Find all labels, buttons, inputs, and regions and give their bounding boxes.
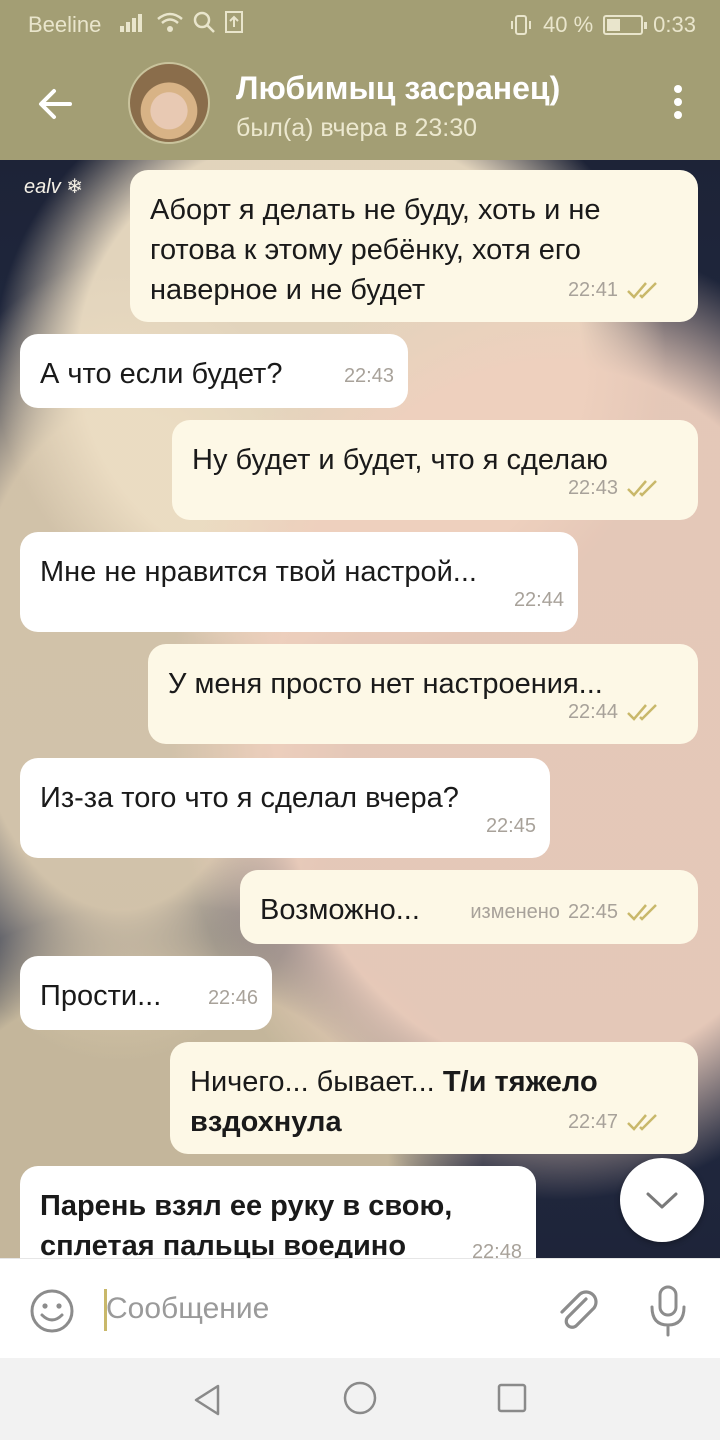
message-composer bbox=[0, 1258, 720, 1358]
message-text: Аборт я делать не буду, хоть и не готова… bbox=[150, 194, 601, 306]
wifi-icon bbox=[157, 12, 183, 32]
message-time: 22:44 bbox=[567, 701, 618, 723]
message-time: 22:41 bbox=[567, 279, 618, 301]
vibrate-icon bbox=[511, 15, 532, 35]
signal-icon bbox=[120, 14, 142, 32]
message-meta: 22:47 bbox=[568, 1102, 662, 1142]
double-check-icon bbox=[627, 282, 657, 299]
message-bold-text: Парень взял ее руку в свою, сплетая паль… bbox=[40, 1190, 453, 1258]
message-bubble-out[interactable]: Ничего... бывает... Т/и тяжело вздохнула… bbox=[170, 1042, 698, 1154]
chat-header: Любимыц засранец) был(а) вчера в 23:30 bbox=[0, 48, 720, 160]
system-nav-bar bbox=[0, 1358, 720, 1440]
message-bubble-out[interactable]: Возможно... изменено 22:45 bbox=[240, 870, 698, 944]
nav-home-icon[interactable] bbox=[340, 1378, 380, 1418]
double-check-icon bbox=[627, 704, 657, 721]
clock: 0:33 bbox=[653, 12, 696, 37]
emoji-icon[interactable] bbox=[28, 1287, 76, 1335]
message-meta: 22:44 bbox=[514, 580, 564, 620]
message-text: А что если будет? bbox=[40, 358, 283, 390]
message-bubble-in[interactable]: Из-за того что я сделал вчера? 22:45 bbox=[20, 758, 550, 858]
paperclip-icon[interactable] bbox=[552, 1285, 602, 1335]
message-bubble-in[interactable]: А что если будет? 22:43 bbox=[20, 334, 408, 408]
message-meta: 22:43 bbox=[344, 356, 394, 396]
battery-percent: 40 % bbox=[543, 12, 594, 37]
contact-name[interactable]: Любимыц засранец) bbox=[236, 70, 560, 107]
message-meta: 22:48 bbox=[472, 1232, 522, 1258]
wallpaper-watermark: ealv ❄ bbox=[24, 176, 84, 198]
message-bubble-in[interactable]: Прости... 22:46 bbox=[20, 956, 272, 1030]
message-text: У меня просто нет настроения... bbox=[168, 668, 603, 700]
message-input[interactable] bbox=[106, 1285, 526, 1333]
double-check-icon bbox=[627, 480, 657, 497]
nav-back-icon[interactable] bbox=[188, 1380, 228, 1420]
status-icons bbox=[118, 10, 244, 34]
message-bubble-in[interactable]: Мне не нравится твой настрой... 22:44 bbox=[20, 532, 578, 632]
more-vert-icon[interactable] bbox=[668, 82, 688, 128]
message-bubble-out[interactable]: У меня просто нет настроения... 22:44 bbox=[148, 644, 698, 744]
message-time: 22:43 bbox=[567, 477, 618, 499]
mic-icon[interactable] bbox=[644, 1283, 692, 1337]
message-text: Мне не нравится твой настрой... bbox=[40, 556, 477, 588]
message-time: 22:45 bbox=[485, 815, 536, 837]
message-time: 22:44 bbox=[513, 589, 564, 611]
double-check-icon bbox=[627, 904, 657, 921]
upload-icon bbox=[225, 11, 243, 33]
message-text: Ну будет и будет, что я сделаю bbox=[192, 444, 608, 476]
message-bubble-out[interactable]: Ну будет и будет, что я сделаю 22:43 bbox=[172, 420, 698, 520]
message-meta: 22:44 bbox=[568, 692, 662, 732]
status-right: 40 % 0:33 bbox=[509, 12, 696, 38]
scroll-down-button[interactable] bbox=[620, 1158, 704, 1242]
message-text: Прости... bbox=[40, 980, 162, 1012]
carrier-name: Beeline bbox=[28, 12, 102, 37]
message-meta: 22:43 bbox=[568, 468, 662, 508]
message-time: 22:46 bbox=[207, 987, 258, 1009]
message-meta: 22:45 bbox=[486, 806, 536, 846]
search-icon bbox=[193, 11, 215, 33]
last-seen: был(а) вчера в 23:30 bbox=[236, 114, 478, 142]
message-meta: 22:41 bbox=[568, 270, 662, 310]
message-time: 22:43 bbox=[343, 365, 394, 387]
chevron-down-icon bbox=[646, 1192, 678, 1209]
message-meta: 22:46 bbox=[208, 978, 258, 1018]
nav-recents-icon[interactable] bbox=[494, 1380, 530, 1416]
message-time: 22:48 bbox=[471, 1241, 522, 1258]
message-text: Возможно... bbox=[260, 894, 420, 926]
message-meta: изменено 22:45 bbox=[470, 892, 662, 932]
arrow-left-icon[interactable] bbox=[30, 78, 82, 130]
message-text: Ничего... бывает... bbox=[190, 1066, 435, 1098]
message-bubble-in[interactable]: Парень взял ее руку в свою, сплетая паль… bbox=[20, 1166, 536, 1258]
message-time: 22:47 bbox=[567, 1111, 618, 1133]
message-time: 22:45 bbox=[567, 901, 618, 923]
status-bar: Beeline 40 % 0:33 bbox=[0, 0, 720, 48]
edited-label: изменено bbox=[470, 901, 560, 923]
battery-icon bbox=[603, 15, 648, 35]
double-check-icon bbox=[627, 1114, 657, 1131]
message-bubble-out[interactable]: Аборт я делать не буду, хоть и не готова… bbox=[130, 170, 698, 322]
message-text: Из-за того что я сделал вчера? bbox=[40, 782, 459, 814]
avatar[interactable] bbox=[128, 62, 210, 144]
